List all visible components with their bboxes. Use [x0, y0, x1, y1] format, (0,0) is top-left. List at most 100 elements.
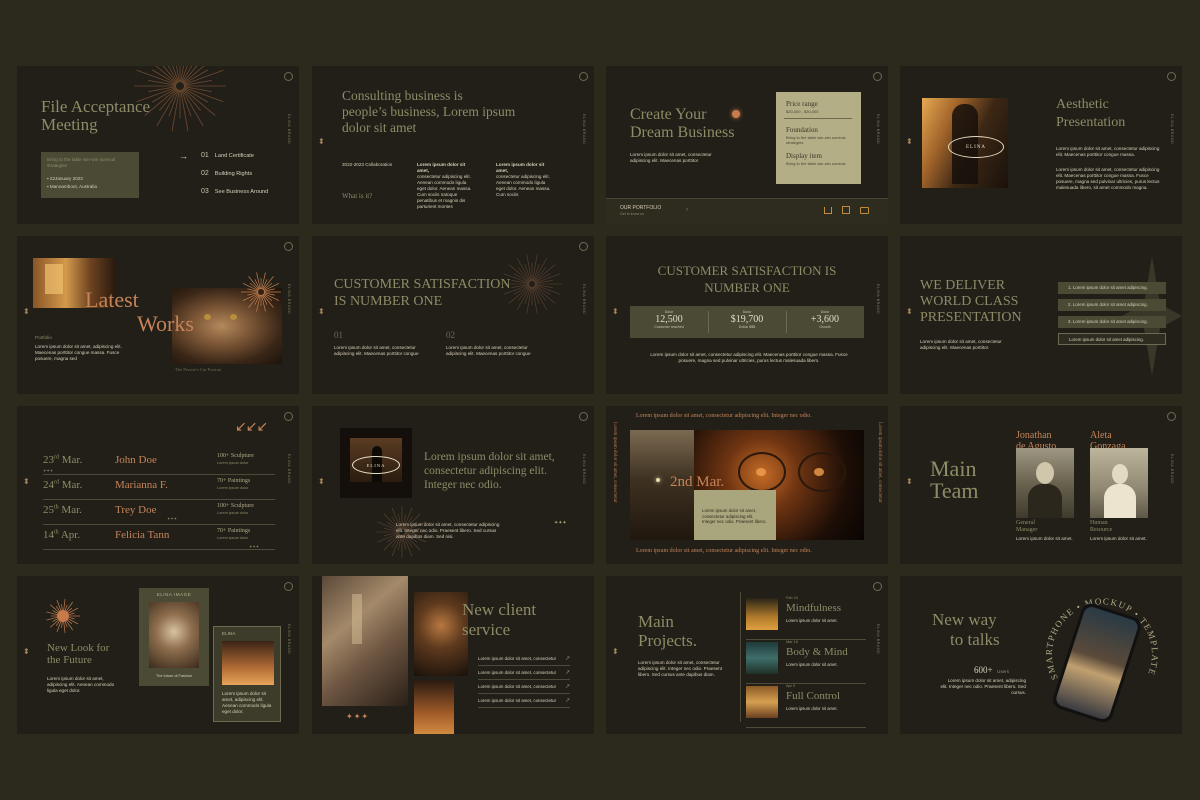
- slide-title: CUSTOMER SATISFACTION IS: [657, 263, 837, 278]
- burst-ray: [532, 254, 538, 282]
- slide-aesthetic[interactable]: ELINA ⬍ Aesthetic Presentation Lorem ips…: [900, 66, 1182, 224]
- list-item[interactable]: 1. Lorem ipsum dolor sit amet adipiscing…: [1058, 282, 1166, 294]
- lamp-photo: [414, 680, 454, 734]
- user-count: 600+: [974, 665, 993, 675]
- slide-title: Main: [930, 456, 977, 481]
- slide-customer-satisfaction-b[interactable]: CUSTOMER SATISFACTION IS NUMBER ONE Dolo…: [606, 236, 888, 394]
- list-item[interactable]: 3. Lorem ipsum dolor sit amet adipiscing…: [1058, 316, 1166, 328]
- service-item[interactable]: Lorem ipsum dolor sit amet, consectetur ↗: [478, 652, 570, 666]
- slide-consulting[interactable]: Consulting business is people’s business…: [312, 66, 594, 224]
- slide-new-way-to-talks[interactable]: New way to talks 600+ Users Lorem ipsum …: [900, 576, 1182, 734]
- display-text: Bring to the table win-win survival: [786, 161, 846, 166]
- cart-icon[interactable]: [824, 207, 832, 214]
- slide-title-line2: consectetur adipiscing elit.: [424, 465, 547, 477]
- row-count: 70+ Paintings: [217, 478, 251, 484]
- schedule-row[interactable]: 25th Mar. Trey Doe 100+ Sculpture Lorem ips…: [43, 500, 275, 525]
- slide-title-line2: NUMBER ONE: [704, 280, 790, 295]
- burst-ray: [533, 286, 548, 311]
- burst-ray: [64, 621, 68, 628]
- slide-main-team[interactable]: Main Team Jonathan de Agusto General Man…: [900, 406, 1182, 564]
- folder-icon[interactable]: [860, 207, 869, 214]
- body-text: Lorem ipsum dolor sit amet, consectetur …: [920, 339, 1002, 350]
- frame-icon[interactable]: [842, 206, 850, 214]
- list-number: 1.: [1068, 285, 1072, 290]
- row-name: Marianna F.: [115, 479, 168, 491]
- project-item[interactable]: Apr 9 Full Control Lorem ipsum dolor sit a…: [746, 684, 866, 728]
- slide-file-acceptance[interactable]: File Acceptance Meeting Bring to the tab…: [17, 66, 299, 224]
- display-label: Display item: [786, 152, 822, 160]
- burst-ray: [66, 601, 73, 612]
- member-photo-1: [1016, 448, 1074, 518]
- service-item[interactable]: Lorem ipsum dolor sit amet, consectetur ↗: [478, 680, 570, 694]
- card-text: Lorem ipsum dolor sit amet, adipiscing e…: [222, 691, 272, 714]
- burst-ray: [68, 612, 75, 615]
- row-day: 14: [43, 529, 54, 541]
- member-role-line2: Resource: [1090, 526, 1113, 533]
- slide-new-client-service[interactable]: ✦✦✦ New client service Lorem ipsum dolor…: [312, 576, 594, 734]
- burst-ray: [68, 618, 79, 625]
- slide-main-projects[interactable]: Main Projects. Lorem ipsum dolor sit ame…: [606, 576, 888, 734]
- list-item[interactable]: Lorem ipsum dolor sit amet adipiscing.: [1058, 333, 1166, 345]
- slide-title-line2: Presentation: [1056, 115, 1126, 130]
- burst-ray: [181, 89, 204, 127]
- arrow-up-right-icon: ↗: [564, 670, 570, 676]
- slide-schedule[interactable]: ↙↙↙ 23rd Mar. John Doe 100+ Sculpture Lorem…: [17, 406, 299, 564]
- image-card-2: ELINA Lorem ipsum dolor sit amet, adipis…: [213, 626, 281, 722]
- row-month: Apr.: [60, 529, 81, 541]
- burst-ray: [63, 621, 66, 633]
- slide-world-class[interactable]: WE DELIVER WORLD CLASS PRESENTATION Lore…: [900, 236, 1182, 394]
- project-item[interactable]: Mar 16 Body & Mind Lorem ipsum dolor sit a…: [746, 640, 866, 684]
- list-item[interactable]: 2. Lorem ipsum dolor sit amet adipiscing…: [1058, 299, 1166, 311]
- item-label: Land Certificate: [214, 153, 254, 159]
- row-day: 24: [43, 479, 54, 491]
- diamond-arrows-icon: ⬍: [318, 137, 325, 146]
- row-month: Mar.: [61, 479, 83, 491]
- slide-customer-satisfaction-a[interactable]: CUSTOMER SATISFACTION IS NUMBER ONE ⬍ 01…: [312, 236, 594, 394]
- row-day-suffix: th: [54, 504, 59, 511]
- slide-title: New way: [932, 610, 997, 629]
- slide-latest-works[interactable]: Latest Works Portfolio Lorem ipsum dolor…: [17, 236, 299, 394]
- photo-caption: The Person’s Cat Portrait: [175, 367, 222, 372]
- slide-glasses[interactable]: Lorem ipsum dolor sit amet, consectetur …: [606, 406, 888, 564]
- burst-ray: [50, 619, 59, 628]
- slide-title-line2: WORLD CLASS: [920, 294, 1019, 309]
- slide-title: New Look for: [47, 642, 110, 654]
- price-label: Price range: [786, 100, 818, 108]
- burst-ray: [68, 617, 75, 620]
- stat-value: +3,600: [810, 314, 840, 325]
- circle-badge-icon: [1167, 72, 1176, 81]
- service-item[interactable]: Lorem ipsum dolor sit amet, consectetur ↗: [478, 666, 570, 680]
- column-text: consectetur adipiscing elit. Aenean comm…: [417, 174, 472, 209]
- service-item-label: Lorem ipsum dolor sit amet, consectetur: [478, 670, 557, 675]
- bottom-caption: Lorem ipsum dolor sit amet, consectetur …: [636, 548, 812, 554]
- left-vertical-caption: Lorem ipsum dolor sit amet, consectetur: [612, 422, 617, 503]
- row-day-suffix: rd: [54, 454, 59, 461]
- sun-icon: [732, 110, 740, 118]
- stat-label: Growth: [819, 325, 831, 329]
- project-item[interactable]: Feb 24 Mindfulness Lorem ipsum dolor sit a…: [746, 596, 866, 640]
- project-thumbnail: [746, 642, 778, 674]
- diamond-arrows-icon: ⬍: [318, 307, 325, 316]
- slide-lorem-logo[interactable]: ELINA Lorem ipsum dolor sit amet, consec…: [312, 406, 594, 564]
- service-item[interactable]: Lorem ipsum dolor sit amet, consectetur ↗: [478, 694, 570, 708]
- point-number: 01: [334, 330, 343, 340]
- slide-dream-business[interactable]: Create Your Dream Business Lorem ipsum d…: [606, 66, 888, 224]
- row-date: 14th Apr.: [43, 529, 80, 541]
- item-number: 01: [201, 152, 209, 159]
- burst-ray: [162, 66, 178, 84]
- legs-photo: [222, 641, 274, 685]
- slide-new-look[interactable]: New Look for the Future Lorem ipsum dolo…: [17, 576, 299, 734]
- point-number: 02: [446, 330, 455, 340]
- side-label: ELINA BRAND: [582, 114, 586, 145]
- price-value: $20,000 - $30,000: [786, 109, 819, 114]
- list-label: Lorem ipsum dolor sit amet adipiscing.: [1072, 319, 1148, 324]
- body-text: Lorem ipsum dolor sit amet, consectetur …: [650, 352, 848, 363]
- side-label: ELINA BRAND: [287, 454, 291, 485]
- schedule-row[interactable]: 23rd Mar. John Doe 100+ Sculpture Lorem ips…: [43, 450, 275, 475]
- side-label: ELINA BRAND: [287, 114, 291, 145]
- schedule-row[interactable]: 14th Apr. Felicia Tann 70+ Paintings Lorem …: [43, 525, 275, 550]
- portfolio-label: Portfolio: [35, 335, 52, 340]
- burst-ray: [526, 254, 532, 282]
- sparkle-icons: ✦✦✦: [249, 544, 260, 549]
- schedule-row[interactable]: 24rd Mar. Marianna F. 70+ Paintings Lorem i…: [43, 475, 275, 500]
